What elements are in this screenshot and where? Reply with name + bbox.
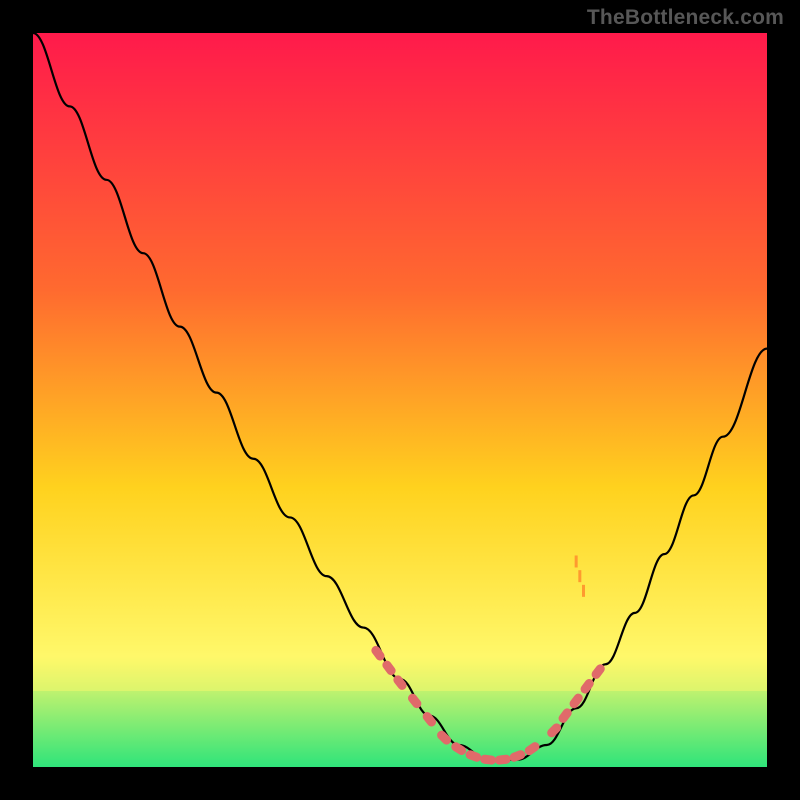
watermark-text: TheBottleneck.com (587, 6, 784, 30)
chart-frame (33, 33, 767, 767)
chart-svg (33, 33, 767, 767)
